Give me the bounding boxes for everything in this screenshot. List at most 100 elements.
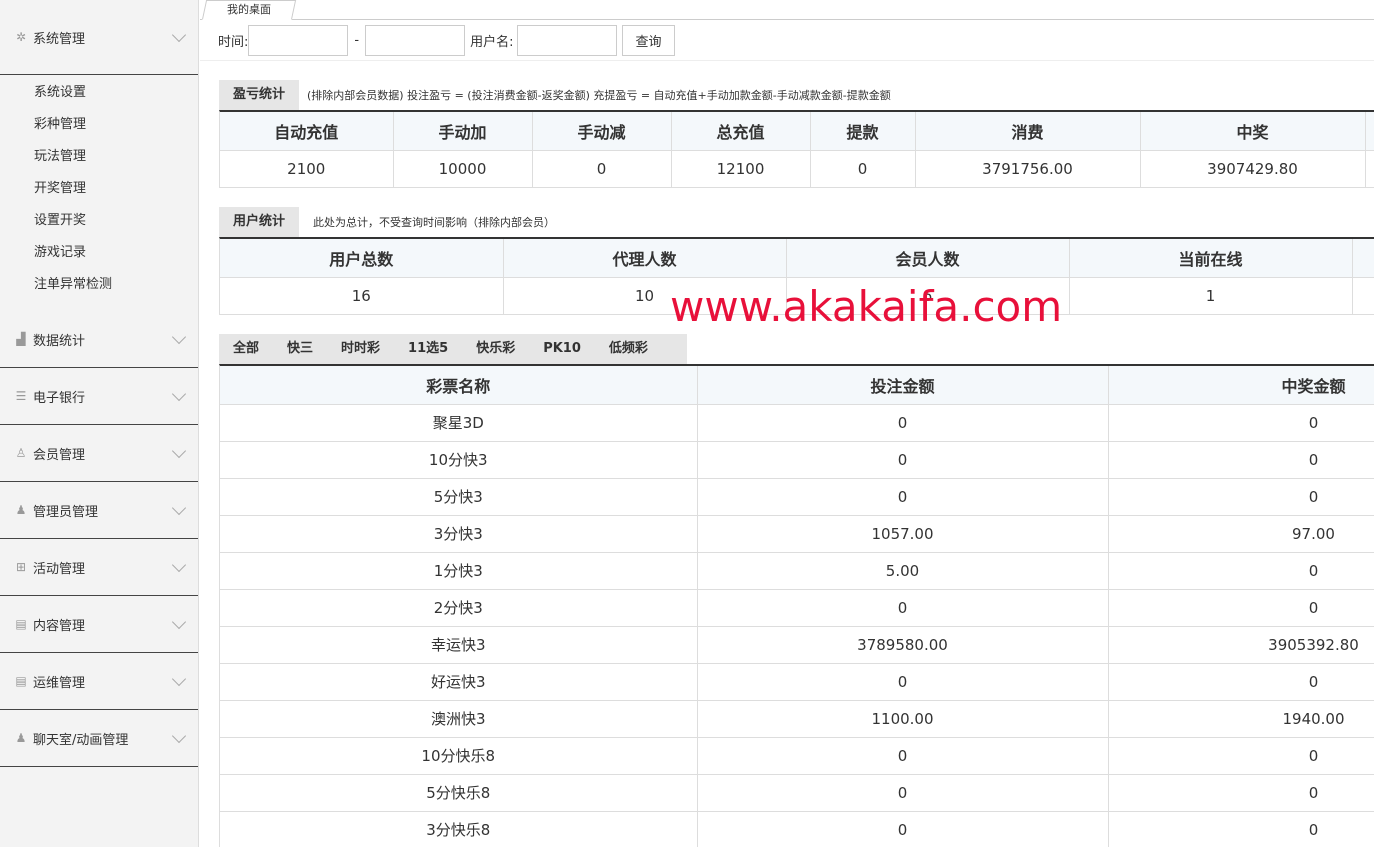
search-bar: 时间: - 用户名: 查询 [200, 20, 1374, 61]
table-cell: 10000 [393, 150, 533, 188]
lottery-name-cell: 聚星3D [220, 404, 698, 442]
table-cell: 2100 [220, 150, 394, 188]
win-amount-cell: 0 [1108, 441, 1374, 479]
username-input[interactable] [517, 24, 618, 56]
win-amount-cell: 97.00 [1108, 515, 1374, 553]
column-header: 手动加 [393, 112, 533, 151]
filter-tab-ssc[interactable]: 时时彩 [327, 334, 394, 364]
table-row: 幸运快3 3789580.00 3905392.80 [220, 626, 1374, 664]
lottery-name-cell: 幸运快3 [220, 626, 698, 664]
menu-head-content[interactable]: ▤ 内容管理 [0, 596, 198, 652]
menu-label: 系统管理 [33, 31, 86, 47]
table-cell: 12100 [671, 150, 811, 188]
submenu-system: 系统设置 彩种管理 玩法管理 开奖管理 设置开奖 游戏记录 注单异常检测 [0, 75, 198, 311]
gear-icon: ✲ [15, 30, 27, 44]
lottery-name-cell: 1分快3 [220, 552, 698, 590]
bet-amount-cell: 5.00 [697, 552, 1109, 590]
table-header-row: 彩票名称 投注金额 中奖金额 [220, 366, 1374, 405]
end-time-input[interactable] [365, 24, 466, 56]
table-row: 10分快3 0 0 [220, 441, 1374, 479]
submenu-item-bet-anomaly[interactable]: 注单异常检测 [0, 269, 198, 301]
menu-label: 会员管理 [33, 447, 86, 463]
filter-tab-11x5[interactable]: 11选5 [394, 334, 462, 364]
lottery-table: 彩票名称 投注金额 中奖金额 聚星3D 0 0 10分快3 0 0 5分快3 0 0 3分快3 10… [220, 366, 1374, 847]
column-header: 手动减 [532, 112, 672, 151]
table-row: 聚星3D 0 0 [220, 404, 1374, 442]
bet-amount-cell: 0 [697, 404, 1109, 442]
lottery-filter-tabs: 全部 快三 时时彩 11选5 快乐彩 PK10 低频彩 [219, 334, 687, 364]
chevron-down-icon [171, 500, 187, 515]
bet-amount-cell: 0 [697, 774, 1109, 812]
column-header: 中奖金额 [1108, 366, 1374, 405]
bet-amount-cell: 1100.00 [697, 700, 1109, 738]
bet-amount-cell: 3789580.00 [697, 626, 1109, 664]
menu-head-ops[interactable]: ▤ 运维管理 [0, 653, 198, 709]
table-cell: 10 [503, 277, 787, 315]
lottery-name-cell: 3分快3 [220, 515, 698, 553]
filter-tab-happy[interactable]: 快乐彩 [462, 334, 529, 364]
table-cell: 3907429.80 [1140, 150, 1366, 188]
menu-head-e-bank[interactable]: ☰ 电子银行 [0, 368, 198, 424]
filter-tab-pk10[interactable]: PK10 [529, 334, 595, 364]
document-icon: ▤ [15, 674, 27, 688]
user-icon: ♟ [15, 731, 27, 745]
table-row: 好运快3 0 0 [220, 663, 1374, 701]
table-header-row: 用户总数 代理人数 会员人数 当前在线 [220, 239, 1374, 278]
lottery-name-cell: 10分快乐8 [220, 737, 698, 775]
column-header: 当前在线 [1069, 239, 1353, 278]
tab-my-desktop[interactable]: 我的桌面 [201, 0, 297, 20]
submenu-item-set-draw[interactable]: 设置开奖 [0, 205, 198, 237]
column-header: 彩票名称 [220, 366, 698, 405]
menu-group-admins: ♟ 管理员管理 [0, 482, 198, 539]
menu-head-members[interactable]: ♙ 会员管理 [0, 425, 198, 481]
table-row: 2分快3 0 0 [220, 589, 1374, 627]
filter-tab-k3[interactable]: 快三 [273, 334, 327, 364]
filter-tab-all[interactable]: 全部 [219, 334, 273, 364]
table-row: 3分快3 1057.00 97.00 [220, 515, 1374, 553]
profit-note: (排除内部会员数据) 投注盈亏 = (投注消费金额-返奖金额) 充提盈亏 = 自… [307, 89, 891, 102]
table-row: 1分快3 5.00 0 [220, 552, 1374, 590]
filter-tab-low-freq[interactable]: 低频彩 [595, 334, 662, 364]
profit-table: 自动充值 手动加 手动减 总充值 提款 消费 中奖 2100 10000 0 1… [220, 112, 1374, 188]
menu-group-ops: ▤ 运维管理 [0, 653, 198, 710]
table-row: 3分快乐8 0 0 [220, 811, 1374, 847]
lottery-name-cell: 5分快3 [220, 478, 698, 516]
submenu-item-play-methods[interactable]: 玩法管理 [0, 141, 198, 173]
menu-group-data-stats: ▟ 数据统计 [0, 311, 198, 368]
chart-icon: ▟ [16, 332, 26, 346]
user-table-wrap: 用户总数 代理人数 会员人数 当前在线 16 10 6 1 [219, 237, 1374, 315]
chevron-down-icon [171, 728, 187, 743]
user-outline-icon: ♙ [15, 446, 27, 460]
menu-label: 数据统计 [33, 333, 86, 349]
menu-group-content: ▤ 内容管理 [0, 596, 198, 653]
menu-head-chatroom[interactable]: ♟ 聊天室/动画管理 [0, 710, 198, 766]
submenu-item-draw-management[interactable]: 开奖管理 [0, 173, 198, 205]
menu-head-data-stats[interactable]: ▟ 数据统计 [0, 311, 198, 367]
table-cell: 3791756.00 [915, 150, 1141, 188]
menu-head-activities[interactable]: ⊞ 活动管理 [0, 539, 198, 595]
submenu-item-game-records[interactable]: 游戏记录 [0, 237, 198, 269]
win-amount-cell: 0 [1108, 774, 1374, 812]
menu-group-system: ✲ 系统管理 [0, 0, 198, 75]
lottery-name-cell: 2分快3 [220, 589, 698, 627]
query-button[interactable]: 查询 [622, 24, 675, 56]
user-icon: ♟ [15, 503, 27, 517]
menu-label: 电子银行 [33, 390, 86, 406]
gift-icon: ⊞ [15, 560, 27, 574]
column-header [1352, 239, 1374, 278]
menu-head-system[interactable]: ✲ 系统管理 [0, 0, 198, 74]
column-header: 代理人数 [503, 239, 787, 278]
menu-head-admins[interactable]: ♟ 管理员管理 [0, 482, 198, 538]
lottery-name-cell: 5分快乐8 [220, 774, 698, 812]
submenu-item-lottery-types[interactable]: 彩种管理 [0, 109, 198, 141]
submenu-item-system-settings[interactable]: 系统设置 [0, 77, 198, 109]
win-amount-cell: 0 [1108, 404, 1374, 442]
username-label: 用户名: [470, 34, 514, 50]
main-content: 我的桌面 时间: - 用户名: 查询 盈亏统计 (排除内部会员数据) 投注盈亏 … [200, 0, 1374, 847]
chevron-down-icon [171, 386, 187, 401]
sidebar: ✲ 系统管理 系统设置 彩种管理 玩法管理 开奖管理 设置开奖 游戏记录 注单异… [0, 0, 199, 847]
bet-amount-cell: 0 [697, 663, 1109, 701]
tab-bar: 我的桌面 [200, 0, 1374, 20]
lottery-section: 全部 快三 时时彩 11选5 快乐彩 PK10 低频彩 彩票名称 投注金额 中奖… [200, 334, 1374, 847]
start-time-input[interactable] [248, 24, 349, 56]
